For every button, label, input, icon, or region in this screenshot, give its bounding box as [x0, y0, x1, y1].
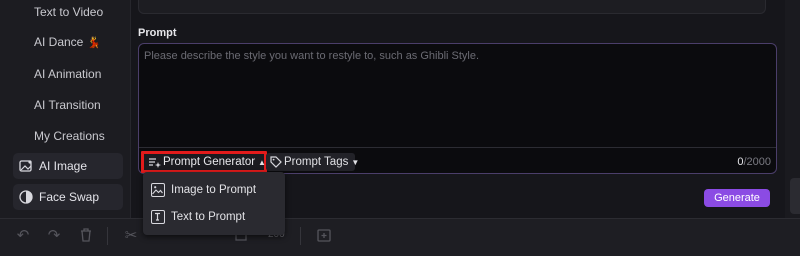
divider: [107, 227, 108, 245]
face-swap-icon: [19, 190, 33, 204]
menu-item-label: Image to Prompt: [171, 184, 257, 196]
text-icon: [151, 210, 165, 224]
sidebar-item-label: My Creations: [34, 129, 105, 143]
caret-up-icon: ▲: [258, 157, 266, 167]
sidebar-item-ai-transition[interactable]: AI Transition: [34, 93, 124, 117]
divider: [300, 227, 301, 245]
prompt-tags-label: Prompt Tags: [284, 156, 349, 168]
character-counter: 0/2000: [737, 156, 771, 168]
tag-icon: [270, 156, 282, 168]
sidebar-item-text-to-video[interactable]: Text to Video: [34, 0, 124, 24]
prompt-generator-button[interactable]: Prompt Generator ▲: [141, 151, 267, 173]
caret-down-icon: ▼: [351, 157, 360, 167]
sidebar-item-my-creations[interactable]: My Creations: [34, 124, 124, 148]
character-max: /2000: [743, 156, 771, 168]
timeline-toolbar: ↶ ↷ ✂ 200: [0, 218, 800, 256]
prompt-input[interactable]: Please describe the style you want to re…: [138, 43, 777, 174]
upload-area[interactable]: [138, 0, 766, 14]
menu-item-label: Text to Prompt: [171, 211, 246, 223]
undo-icon[interactable]: ↶: [14, 227, 32, 245]
divider: [139, 147, 776, 148]
prompt-tags-button[interactable]: Prompt Tags ▼: [266, 153, 359, 171]
menu-item-image-to-prompt[interactable]: Image to Prompt: [151, 179, 279, 201]
prompt-generator-menu: Image to Prompt Text to Prompt: [143, 172, 285, 235]
sidebar-item-label: Text to Video: [34, 5, 104, 19]
menu-item-text-to-prompt[interactable]: Text to Prompt: [151, 206, 279, 228]
prompt-placeholder: Please describe the style you want to re…: [144, 50, 480, 62]
dancer-icon: 💃: [87, 36, 102, 49]
sidebar-item-face-swap[interactable]: Face Swap: [13, 184, 123, 210]
generate-button[interactable]: Generate: [704, 189, 770, 207]
sidebar: Text to Video AI Dance 💃 AI Animation AI…: [0, 0, 131, 218]
right-panel-tab[interactable]: [790, 178, 800, 214]
list-sparkle-icon: [148, 156, 161, 168]
sidebar-item-ai-animation[interactable]: AI Animation: [34, 62, 124, 86]
add-media-icon[interactable]: [315, 227, 333, 245]
sidebar-item-ai-image[interactable]: AI Image: [13, 153, 123, 179]
scissors-icon[interactable]: ✂: [122, 227, 140, 245]
sidebar-item-label: AI Dance: [34, 35, 84, 49]
sidebar-item-label: AI Animation: [34, 67, 102, 81]
prompt-generator-label: Prompt Generator: [163, 156, 256, 168]
sidebar-item-label: Face Swap: [39, 190, 100, 204]
sidebar-item-ai-dance[interactable]: AI Dance 💃: [34, 30, 124, 54]
delete-icon[interactable]: [77, 227, 95, 245]
prompt-title: Prompt: [138, 27, 177, 39]
sidebar-item-label: AI Transition: [34, 98, 101, 112]
sidebar-item-label: AI Image: [39, 159, 88, 173]
ai-image-icon: [19, 159, 33, 173]
image-icon: [151, 183, 165, 197]
redo-icon[interactable]: ↷: [45, 227, 63, 245]
